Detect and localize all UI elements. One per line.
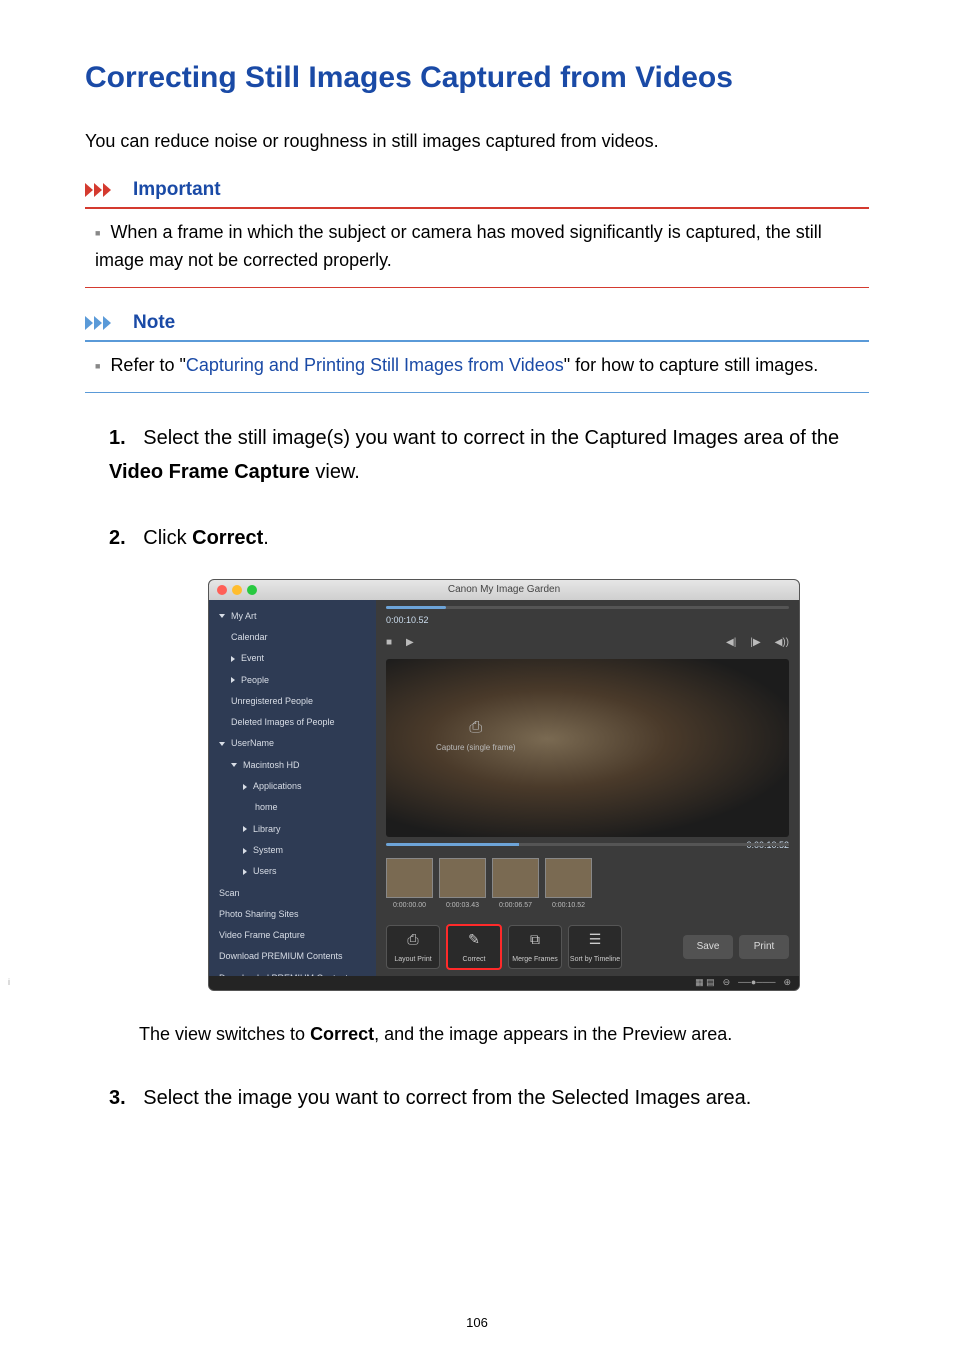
sidebar-item-home[interactable]: home [209, 797, 376, 818]
sidebar-item-users[interactable]: Users [209, 861, 376, 882]
titlebar: Canon My Image Garden [209, 580, 799, 600]
sidebar-item-library[interactable]: Library [209, 819, 376, 840]
captured-thumbs: 0:00:00.00 0:00:03.43 0:00:06.57 0:00:10… [386, 858, 789, 912]
sidebar-item-deleted[interactable]: Deleted Images of People [209, 712, 376, 733]
play-icon[interactable]: ▶ [406, 634, 414, 651]
window-title: Canon My Image Garden [209, 581, 799, 598]
page-title: Correcting Still Images Captured from Vi… [85, 60, 869, 96]
capture-button[interactable]: ⎙ Capture (single frame) [436, 714, 516, 755]
sidebar-item-macintosh[interactable]: Macintosh HD [209, 755, 376, 776]
note-rule-bottom [85, 392, 869, 393]
important-callout: Important When a frame in which the subj… [85, 179, 869, 288]
zoom-slider[interactable]: ──●─── [738, 975, 775, 990]
sidebar-item-sharing[interactable]: Photo Sharing Sites [209, 904, 376, 925]
chevron-right-icon [243, 784, 247, 790]
sidebar-item-vfc[interactable]: Video Frame Capture [209, 925, 376, 946]
sidebar: My Art Calendar Event People Unregistere… [209, 600, 376, 976]
chevron-right-icon [231, 656, 235, 662]
important-heading: Important [133, 179, 221, 201]
layout-print-button[interactable]: ⎙Layout Print [386, 925, 440, 969]
bottom-toolbar: ⎙Layout Print ✎Correct ⧉Merge Frames ☰So… [376, 918, 799, 976]
note-link[interactable]: Capturing and Printing Still Images from… [186, 355, 564, 375]
sidebar-item-people[interactable]: People [209, 670, 376, 691]
chevron-right-icon [243, 848, 247, 854]
step-2: Click Correct. Canon My Image Garden My … [109, 521, 869, 1050]
important-rule [85, 207, 869, 209]
chevron-down-icon [219, 742, 225, 746]
audio-icon[interactable]: ◀)) [775, 634, 789, 651]
note-callout: Note Refer to "Capturing and Printing St… [85, 312, 869, 393]
chevron-right-icon [243, 826, 247, 832]
thumb[interactable] [492, 858, 539, 898]
main-panel: 0:00:10.52 ■ ▶ ◀| |▶ ◀)) [376, 600, 799, 976]
step-3: Select the image you want to correct fro… [109, 1081, 869, 1115]
sidebar-item-dldprem[interactable]: Downloaded PREMIUM Contents [209, 968, 376, 976]
sidebar-item-myart[interactable]: My Art [209, 606, 376, 627]
thumb[interactable] [439, 858, 486, 898]
stop-icon[interactable]: ■ [386, 634, 392, 651]
video-preview: ⎙ Capture (single frame) [386, 659, 789, 838]
intro-text: You can reduce noise or roughness in sti… [85, 128, 869, 155]
sidebar-item-scan[interactable]: Scan [209, 883, 376, 904]
chevron-right-icon [243, 869, 247, 875]
sidebar-item-system[interactable]: System [209, 840, 376, 861]
sidebar-item-applications[interactable]: Applications [209, 776, 376, 797]
zoom-in-icon[interactable]: ⊕ [783, 975, 791, 990]
correct-button[interactable]: ✎Correct [446, 924, 502, 970]
chevron-right-icon [231, 677, 235, 683]
next-frame-icon[interactable]: |▶ [750, 634, 760, 651]
page-number: 106 [85, 1315, 869, 1330]
important-rule-bottom [85, 287, 869, 288]
important-body: When a frame in which the subject or cam… [95, 219, 869, 275]
merge-frames-button[interactable]: ⧉Merge Frames [508, 925, 562, 969]
step-2-after: The view switches to Correct, and the im… [139, 1019, 869, 1050]
sort-timeline-button[interactable]: ☰Sort by Timeline [568, 925, 622, 969]
view-toggle-icon[interactable]: ▦ ▤ [695, 975, 715, 990]
thumb[interactable] [386, 858, 433, 898]
print-button[interactable]: Print [739, 935, 789, 959]
step-1: Select the still image(s) you want to co… [109, 421, 869, 489]
status-bar: i ▦ ▤ ⊖ ──●─── ⊕ [209, 976, 799, 990]
note-heading: Note [133, 312, 175, 334]
thumb[interactable] [545, 858, 592, 898]
sidebar-item-dlprem[interactable]: Download PREMIUM Contents [209, 946, 376, 967]
save-button[interactable]: Save [683, 935, 733, 959]
important-arrows-icon [85, 181, 123, 199]
chevron-down-icon [231, 763, 237, 767]
sidebar-item-calendar[interactable]: Calendar [209, 627, 376, 648]
sidebar-item-username[interactable]: UserName [209, 733, 376, 754]
app-screenshot: Canon My Image Garden My Art Calendar Ev… [208, 579, 800, 991]
chevron-down-icon [219, 614, 225, 618]
note-rule [85, 340, 869, 342]
sidebar-item-event[interactable]: Event [209, 648, 376, 669]
zoom-out-icon[interactable]: ⊖ [723, 975, 731, 990]
prev-frame-icon[interactable]: ◀| [726, 634, 736, 651]
sidebar-item-unregistered[interactable]: Unregistered People [209, 691, 376, 712]
timecode: 0:00:10.52 [386, 613, 789, 628]
note-arrows-icon [85, 314, 123, 332]
note-body: Refer to "Capturing and Printing Still I… [95, 352, 869, 380]
playback-controls: ■ ▶ ◀| |▶ ◀)) [376, 630, 799, 655]
